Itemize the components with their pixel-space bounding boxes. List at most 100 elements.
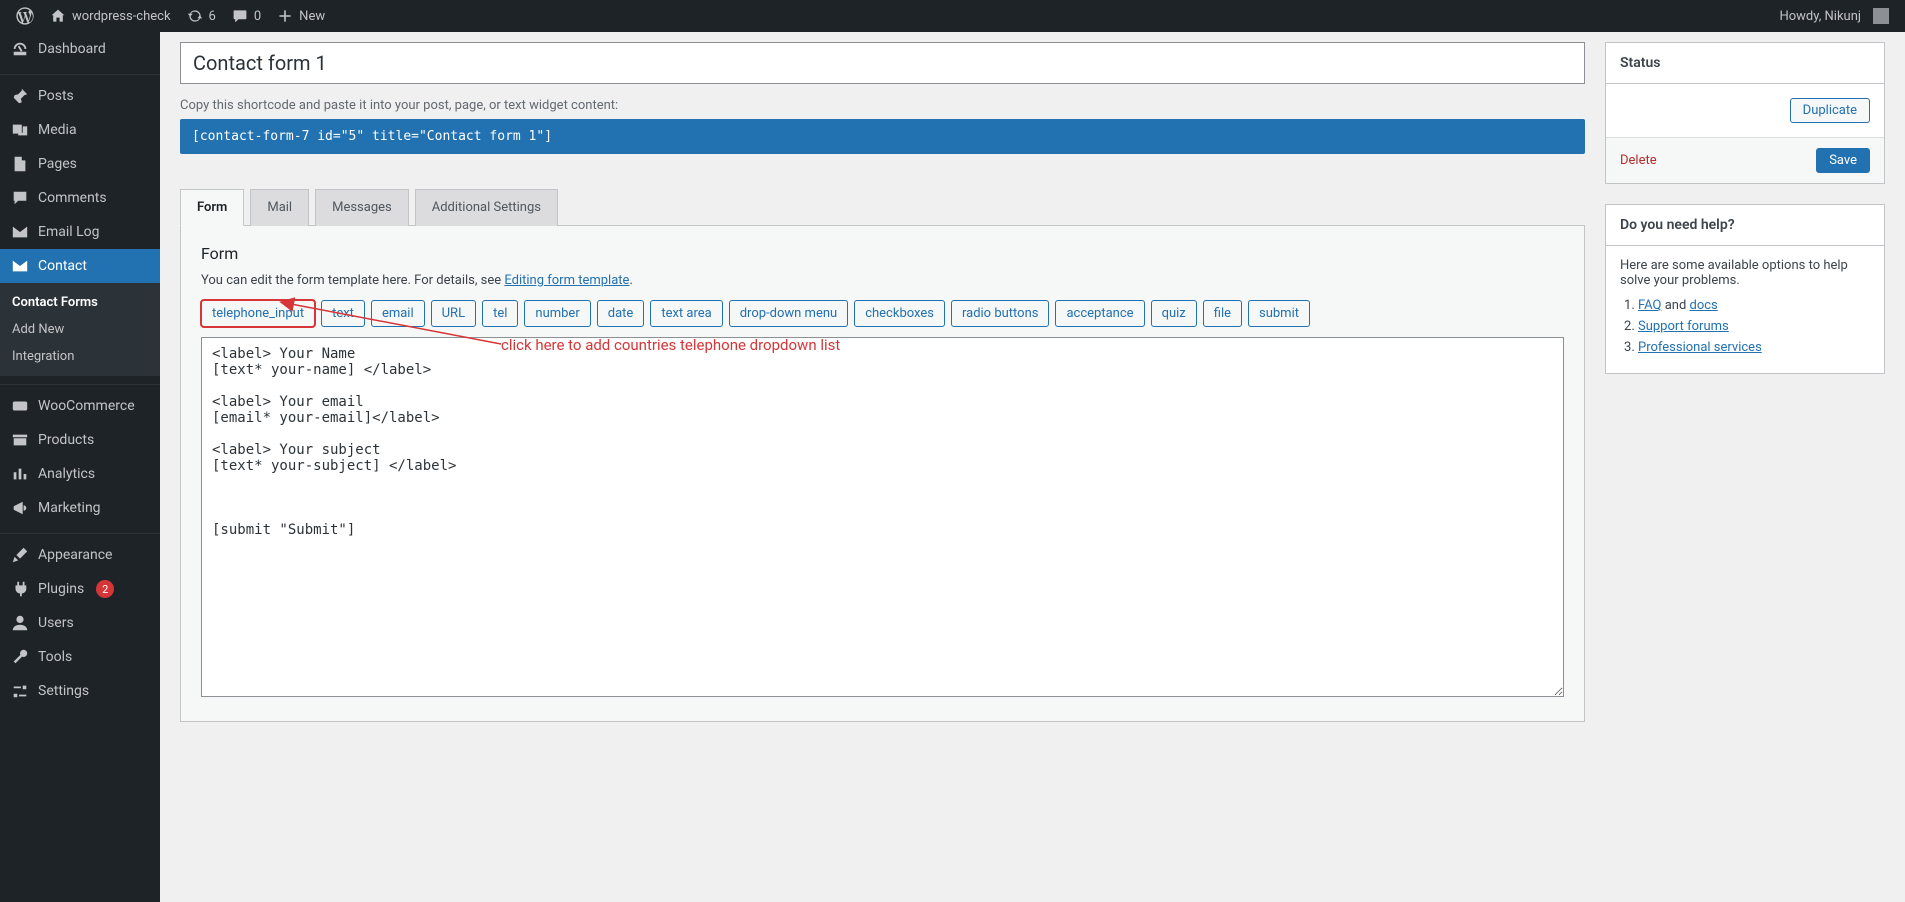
tag-btn-text[interactable]: text xyxy=(321,300,365,327)
menu-marketing[interactable]: Marketing xyxy=(0,491,160,525)
updates-link[interactable]: 6 xyxy=(179,0,224,32)
tag-btn-telephone-input[interactable]: telephone_input xyxy=(201,300,315,327)
help-list: FAQ and docs Support forums Professional… xyxy=(1620,298,1870,355)
menu-tools[interactable]: Tools xyxy=(0,640,160,674)
menu-users[interactable]: Users xyxy=(0,606,160,640)
menu-separator xyxy=(0,70,160,75)
home-icon xyxy=(50,8,66,24)
menu-woocommerce[interactable]: WooCommerce xyxy=(0,389,160,423)
tab-additional-settings[interactable]: Additional Settings xyxy=(415,189,558,226)
comment-icon xyxy=(10,189,30,207)
menu-separator xyxy=(0,380,160,385)
plus-icon xyxy=(277,8,293,24)
help-item-support: Support forums xyxy=(1638,319,1870,334)
menu-plugins[interactable]: Plugins2 xyxy=(0,572,160,606)
menu-media[interactable]: Media xyxy=(0,113,160,147)
plugins-update-badge: 2 xyxy=(96,580,114,598)
howdy-text: Howdy, Nikunj xyxy=(1779,9,1861,24)
tab-form[interactable]: Form xyxy=(180,189,244,226)
site-link[interactable]: wordpress-check xyxy=(42,0,179,32)
howdy-link[interactable]: Howdy, Nikunj xyxy=(1771,0,1897,32)
tag-btn-radio[interactable]: radio buttons xyxy=(951,300,1050,327)
tag-btn-submit[interactable]: submit xyxy=(1248,300,1310,327)
tag-btn-url[interactable]: URL xyxy=(431,300,476,327)
updates-count: 6 xyxy=(209,9,216,24)
tag-btn-email[interactable]: email xyxy=(371,300,425,327)
tag-generators-row: telephone_input text email URL tel numbe… xyxy=(201,300,1564,327)
menu-settings[interactable]: Settings xyxy=(0,674,160,708)
new-label: New xyxy=(299,9,325,24)
megaphone-icon xyxy=(10,499,30,517)
status-box: Status Duplicate Delete Save xyxy=(1605,42,1885,184)
woo-icon xyxy=(10,397,30,415)
form-title-input[interactable] xyxy=(180,42,1585,84)
tag-btn-acceptance[interactable]: acceptance xyxy=(1055,300,1144,327)
delete-link[interactable]: Delete xyxy=(1620,153,1657,168)
tag-btn-quiz[interactable]: quiz xyxy=(1151,300,1197,327)
comments-count: 0 xyxy=(254,9,261,24)
form-template-textarea[interactable] xyxy=(201,337,1564,697)
editing-template-link[interactable]: Editing form template xyxy=(504,273,629,288)
wp-logo[interactable] xyxy=(8,0,42,32)
submenu-contact-forms[interactable]: Contact Forms xyxy=(0,289,160,316)
mail-icon xyxy=(10,257,30,275)
help-item-faq: FAQ and docs xyxy=(1638,298,1870,313)
menu-products[interactable]: Products xyxy=(0,423,160,457)
faq-link[interactable]: FAQ xyxy=(1638,298,1661,313)
tag-btn-tel[interactable]: tel xyxy=(482,300,518,327)
menu-comments[interactable]: Comments xyxy=(0,181,160,215)
tag-btn-number[interactable]: number xyxy=(524,300,590,327)
new-link[interactable]: New xyxy=(269,0,333,32)
menu-pages[interactable]: Pages xyxy=(0,147,160,181)
submenu-contact: Contact Forms Add New Integration xyxy=(0,283,160,376)
docs-link[interactable]: docs xyxy=(1690,298,1718,313)
submenu-integration[interactable]: Integration xyxy=(0,343,160,370)
status-heading: Status xyxy=(1606,43,1884,84)
editor-tabs: Form Mail Messages Additional Settings xyxy=(180,188,1585,225)
support-link[interactable]: Support forums xyxy=(1638,319,1729,334)
help-box: Do you need help? Here are some availabl… xyxy=(1605,204,1885,374)
menu-dashboard[interactable]: Dashboard xyxy=(0,32,160,66)
main-content: Copy this shortcode and paste it into yo… xyxy=(160,32,1905,902)
menu-analytics[interactable]: Analytics xyxy=(0,457,160,491)
shortcode-code[interactable]: [contact-form-7 id="5" title="Contact fo… xyxy=(180,119,1585,154)
help-item-pro: Professional services xyxy=(1638,340,1870,355)
site-name: wordpress-check xyxy=(72,9,171,24)
submenu-add-new[interactable]: Add New xyxy=(0,316,160,343)
chart-icon xyxy=(10,465,30,483)
pro-link[interactable]: Professional services xyxy=(1638,340,1762,355)
help-heading: Do you need help? xyxy=(1606,205,1884,246)
brush-icon xyxy=(10,546,30,564)
tag-btn-dropdown[interactable]: drop-down menu xyxy=(729,300,848,327)
tab-messages[interactable]: Messages xyxy=(315,189,409,226)
user-icon xyxy=(10,614,30,632)
tag-btn-date[interactable]: date xyxy=(597,300,645,327)
wrench-icon xyxy=(10,648,30,666)
tag-btn-file[interactable]: file xyxy=(1203,300,1242,327)
archive-icon xyxy=(10,431,30,449)
plug-icon xyxy=(10,580,30,598)
menu-separator xyxy=(0,529,160,534)
wordpress-icon xyxy=(16,7,34,25)
comment-icon xyxy=(232,8,248,24)
menu-appearance[interactable]: Appearance xyxy=(0,538,160,572)
gauge-icon xyxy=(10,40,30,58)
save-button[interactable]: Save xyxy=(1816,148,1870,173)
tab-mail[interactable]: Mail xyxy=(250,189,309,226)
pin-icon xyxy=(10,87,30,105)
tag-btn-textarea[interactable]: text area xyxy=(650,300,722,327)
admin-sidebar: Dashboard Posts Media Pages Comments Ema… xyxy=(0,32,160,902)
duplicate-button[interactable]: Duplicate xyxy=(1790,98,1870,123)
menu-contact[interactable]: Contact xyxy=(0,249,160,283)
sliders-icon xyxy=(10,682,30,700)
menu-posts[interactable]: Posts xyxy=(0,79,160,113)
media-icon xyxy=(10,121,30,139)
page-icon xyxy=(10,155,30,173)
menu-email-log[interactable]: Email Log xyxy=(0,215,160,249)
panel-heading: Form xyxy=(201,244,1564,263)
comments-link[interactable]: 0 xyxy=(224,0,269,32)
tag-btn-checkboxes[interactable]: checkboxes xyxy=(854,300,945,327)
update-icon xyxy=(187,8,203,24)
help-intro: Here are some available options to help … xyxy=(1620,258,1870,288)
avatar-icon xyxy=(1873,8,1889,24)
